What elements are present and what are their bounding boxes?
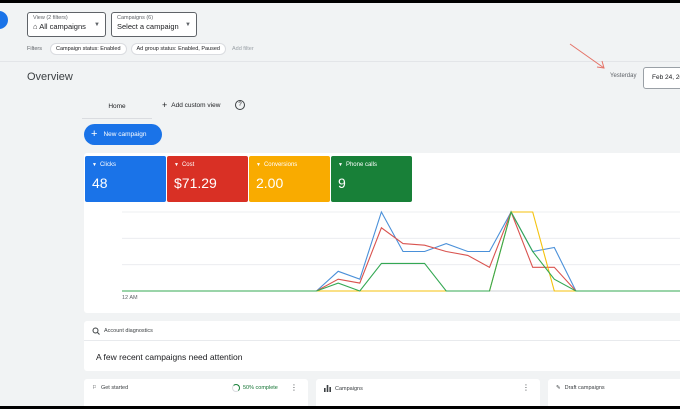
metric-value: $71.29 <box>174 175 217 191</box>
more-vert-icon[interactable]: ⋮ <box>290 383 298 392</box>
draft-icon: ✎ <box>556 385 561 391</box>
filter-bar: Filters Campaign status: Enabled Ad grou… <box>27 43 254 55</box>
metric-conversions[interactable]: ▼ Conversions 2.00 <box>249 156 330 202</box>
get-started-title: Get started <box>100 385 129 391</box>
get-started-panel: ⚐ Get started 50% complete ⋮ <box>84 379 308 406</box>
progress-indicator: 50% complete <box>232 384 278 392</box>
metric-label: Clicks <box>99 162 116 168</box>
caret-down-icon: ▼ <box>174 162 179 168</box>
filters-label: Filters <box>27 46 42 52</box>
progress-label: 50% complete <box>243 385 278 391</box>
metric-value: 2.00 <box>256 175 284 191</box>
caret-down-icon: ▼ <box>94 22 100 28</box>
draft-campaigns-title: Draft campaigns <box>564 385 605 391</box>
metric-value: 48 <box>92 175 108 191</box>
metric-label: Conversions <box>263 162 298 168</box>
campaign-dropdown-value: Select a campaign <box>117 22 179 31</box>
filter-chip-campaign-status[interactable]: Campaign status: Enabled <box>49 43 127 55</box>
account-diagnostics-card: Account diagnostics A few recent campaig… <box>84 321 680 371</box>
view-dropdown-value: All campaigns <box>39 22 86 31</box>
tab-home[interactable]: Home <box>82 97 152 119</box>
x-tick-label: 12 AM <box>122 295 138 301</box>
date-range-picker[interactable]: Feb 24, 20 <box>643 67 680 89</box>
view-dropdown-caption: View (2 filters) <box>33 15 68 21</box>
performance-chart: 12 AM <box>122 210 680 301</box>
filter-chip-ad-group-status[interactable]: Ad group status: Enabled, Paused <box>130 43 226 55</box>
flag-icon: ⚐ <box>92 385 97 391</box>
date-range-label: Yesterday <box>610 73 637 79</box>
plus-icon: + <box>91 128 98 140</box>
campaigns-panel: Campaigns ⋮ <box>316 379 540 406</box>
diagnostics-icon <box>92 327 100 335</box>
diagnostics-message[interactable]: A few recent campaigns need attention <box>96 352 242 362</box>
campaign-dropdown-caption: Campaigns (6) <box>117 15 154 21</box>
more-vert-icon[interactable]: ⋮ <box>522 383 530 392</box>
metric-phone-calls[interactable]: ▼ Phone calls 9 <box>331 156 412 202</box>
caret-down-icon: ▼ <box>338 162 343 168</box>
arrow-annotation <box>569 43 605 69</box>
metric-clicks[interactable]: ▼ Clicks 48 <box>85 156 166 202</box>
caret-down-icon: ▼ <box>92 162 97 168</box>
ads-overview-screen: View (2 filters) ⌂ All campaigns ▼ Campa… <box>0 3 680 406</box>
metric-label: Cost <box>181 162 195 168</box>
add-filter-link[interactable]: Add filter <box>232 46 254 52</box>
metric-label: Phone calls <box>345 162 377 168</box>
new-campaign-button[interactable]: + New campaign <box>84 124 162 145</box>
bar-chart-icon <box>324 385 331 392</box>
caret-down-icon: ▼ <box>185 22 191 28</box>
add-custom-view-button[interactable]: + Add custom view <box>162 100 220 110</box>
diagnostics-divider <box>84 340 680 341</box>
nav-fab-button[interactable] <box>0 11 8 29</box>
new-campaign-label: New campaign <box>103 131 147 138</box>
home-icon: ⌂ <box>33 22 38 31</box>
help-icon[interactable]: ? <box>235 100 245 110</box>
series-line-conversions <box>122 211 680 292</box>
draft-campaigns-panel: ✎ Draft campaigns <box>548 379 680 406</box>
series-line-phone-calls <box>122 210 680 292</box>
metric-value: 9 <box>338 175 346 191</box>
diagnostics-title: Account diagnostics <box>104 328 153 334</box>
campaigns-title: Campaigns <box>335 385 363 392</box>
series-line-cost <box>122 210 680 292</box>
progress-ring-icon <box>232 384 240 392</box>
series-line-clicks <box>122 210 680 292</box>
add-custom-view-label: Add custom view <box>171 101 221 109</box>
caret-down-icon: ▼ <box>256 162 261 168</box>
plus-icon: + <box>162 100 168 110</box>
page-title: Overview <box>27 71 73 83</box>
metric-cost[interactable]: ▼ Cost $71.29 <box>167 156 248 202</box>
campaign-dropdown[interactable]: Campaigns (6) Select a campaign ▼ <box>111 12 197 37</box>
view-dropdown[interactable]: View (2 filters) ⌂ All campaigns ▼ <box>27 12 106 37</box>
